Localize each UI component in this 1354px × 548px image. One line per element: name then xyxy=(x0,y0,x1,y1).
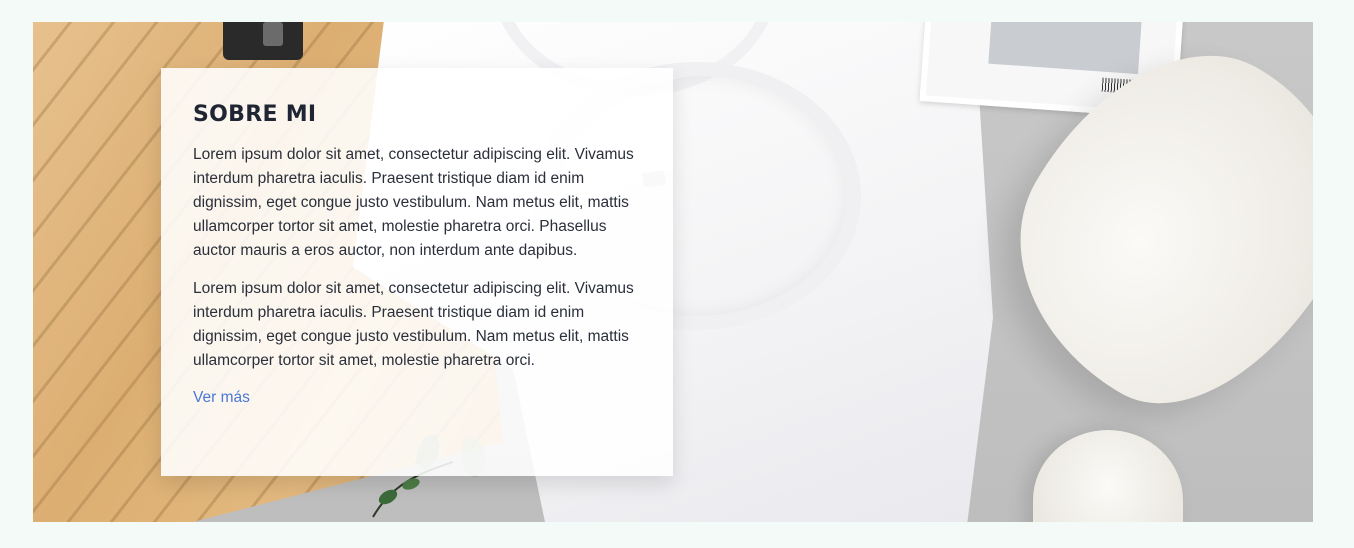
sneaker-image-2 xyxy=(1033,430,1183,522)
magazine-photo xyxy=(988,22,1143,75)
about-paragraph-1: Lorem ipsum dolor sit amet, consectetur … xyxy=(193,146,634,259)
camera-image xyxy=(223,22,303,60)
about-title: SOBRE MI xyxy=(193,102,317,127)
see-more-link[interactable]: Ver más xyxy=(193,389,250,407)
about-paragraph-2: Lorem ipsum dolor sit amet, consectetur … xyxy=(193,280,634,369)
about-card: SOBRE MI Lorem ipsum dolor sit amet, con… xyxy=(161,68,673,476)
